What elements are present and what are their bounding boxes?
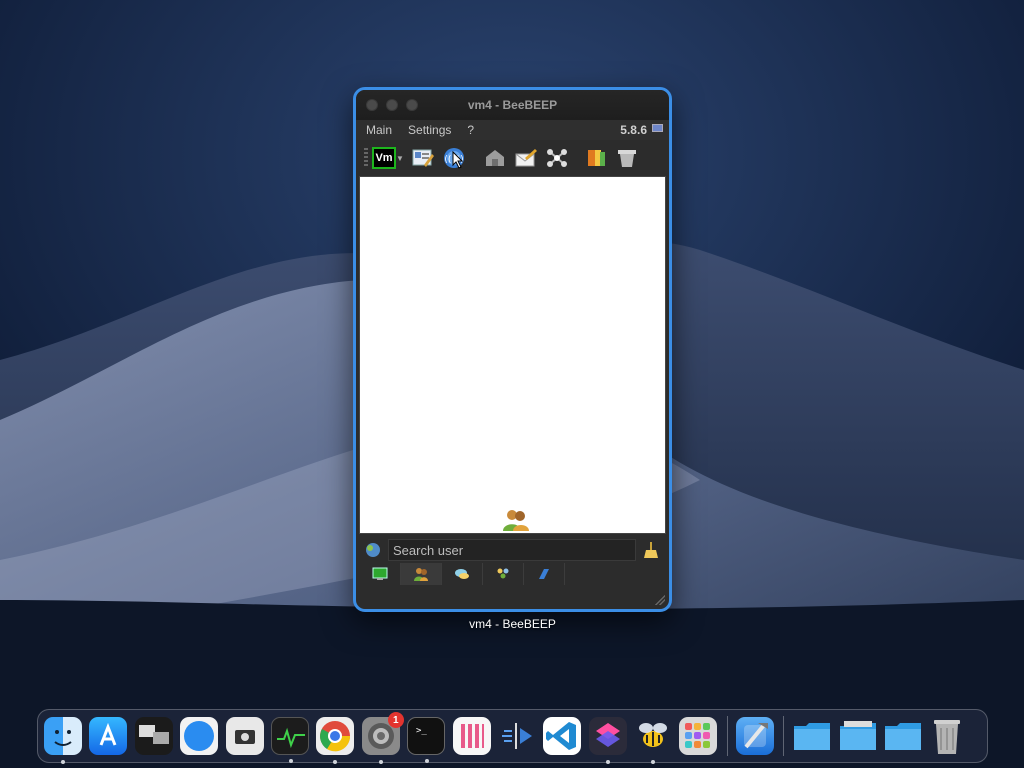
toolbar-grip[interactable] bbox=[364, 148, 368, 168]
network-graph-button[interactable] bbox=[544, 145, 570, 171]
dock-xcode[interactable] bbox=[735, 717, 774, 755]
view-tabbar bbox=[360, 563, 565, 585]
groups-icon bbox=[497, 568, 509, 579]
mouse-cursor-icon bbox=[452, 151, 464, 169]
tab-screen[interactable] bbox=[360, 563, 401, 585]
folder-icon bbox=[794, 723, 831, 750]
network-graph-icon bbox=[546, 149, 567, 167]
xcode-icon bbox=[743, 723, 768, 749]
address-book-button[interactable] bbox=[583, 145, 609, 171]
tab-file-sharing[interactable] bbox=[524, 563, 565, 585]
dock-screenshot[interactable] bbox=[225, 717, 264, 755]
dock-columns-app[interactable] bbox=[452, 717, 491, 755]
menu-settings[interactable]: Settings bbox=[402, 123, 457, 137]
edit-profile-icon bbox=[412, 149, 434, 167]
window-resize-handle[interactable] bbox=[655, 595, 665, 605]
search-user-input[interactable] bbox=[388, 539, 636, 561]
folder-icon bbox=[839, 721, 876, 750]
home-icon bbox=[485, 150, 504, 166]
beebeep-icon bbox=[639, 723, 668, 747]
dock: 1 >_ bbox=[37, 709, 988, 764]
window-label: vm4 - BeeBEEP bbox=[469, 617, 556, 631]
dock-beebeep[interactable] bbox=[634, 717, 672, 764]
search-bar bbox=[356, 537, 669, 563]
shortcuts-icon bbox=[595, 723, 620, 747]
clear-search-icon[interactable] bbox=[643, 541, 659, 559]
tab-chats[interactable] bbox=[442, 563, 483, 585]
main-toolbar: Vm ▼ ((•)) bbox=[356, 140, 669, 176]
dock-trash[interactable] bbox=[928, 717, 966, 755]
trash-icon bbox=[934, 720, 961, 754]
dock-finder[interactable] bbox=[44, 717, 82, 764]
dock-chrome[interactable] bbox=[316, 717, 355, 764]
launchpad-icon bbox=[685, 723, 711, 748]
users-icon bbox=[414, 568, 428, 581]
dock-folder-3[interactable] bbox=[883, 717, 922, 755]
trash-icon bbox=[617, 150, 636, 167]
dock-screen-sharing[interactable] bbox=[134, 717, 173, 755]
edit-profile-button[interactable] bbox=[410, 145, 436, 171]
book-icon bbox=[587, 150, 605, 166]
activity-monitor-icon bbox=[276, 727, 305, 749]
menu-main[interactable]: Main bbox=[360, 123, 398, 137]
dock-folder-2[interactable] bbox=[838, 717, 876, 755]
menubar: Main Settings ? 5.8.6 bbox=[356, 120, 669, 140]
screen-icon bbox=[372, 567, 388, 580]
screenshot-icon bbox=[234, 730, 255, 744]
dock-folder-1[interactable] bbox=[792, 717, 831, 755]
notification-badge: 1 bbox=[387, 712, 404, 728]
status-button[interactable]: Vm bbox=[372, 147, 396, 169]
dock-vscode[interactable] bbox=[543, 717, 582, 755]
dock-launchpad[interactable] bbox=[679, 717, 718, 755]
user-list-panel[interactable] bbox=[359, 176, 666, 534]
dock-activity-monitor[interactable] bbox=[270, 717, 309, 763]
dock-instruments[interactable] bbox=[498, 717, 536, 755]
columns-app-icon bbox=[460, 724, 484, 748]
screen-sharing-icon bbox=[138, 725, 169, 744]
dock-system-preferences[interactable]: 1 bbox=[361, 712, 404, 764]
dock-separator bbox=[726, 716, 728, 756]
puzzle-icon[interactable] bbox=[364, 541, 382, 559]
dock-terminal[interactable]: >_ bbox=[407, 717, 446, 763]
dock-separator-2 bbox=[783, 716, 785, 756]
compose-message-icon bbox=[515, 149, 537, 167]
delete-button[interactable] bbox=[614, 145, 640, 171]
compose-message-button[interactable] bbox=[513, 145, 539, 171]
language-flag-icon bbox=[652, 124, 663, 132]
svg-text:>_: >_ bbox=[416, 726, 427, 736]
dock-safari[interactable] bbox=[180, 717, 219, 755]
file-share-icon bbox=[539, 569, 549, 579]
folder-icon bbox=[885, 723, 922, 750]
app-store-icon bbox=[99, 722, 117, 746]
chevron-down-icon[interactable]: ▼ bbox=[396, 154, 404, 163]
version-label: 5.8.6 bbox=[620, 123, 647, 137]
window-title: vm4 - BeeBEEP bbox=[467, 98, 558, 112]
instruments-icon bbox=[501, 723, 532, 749]
beebeep-window[interactable]: vm4 - BeeBEEP Main Settings ? 5.8.6 Vm ▼… bbox=[353, 87, 672, 612]
tab-groups[interactable] bbox=[483, 563, 524, 585]
users-icon bbox=[503, 510, 529, 531]
window-titlebar[interactable]: vm4 - BeeBEEP bbox=[356, 90, 669, 120]
terminal-icon: >_ bbox=[416, 726, 427, 736]
finder-icon bbox=[54, 730, 72, 746]
menu-help[interactable]: ? bbox=[461, 123, 480, 137]
chrome-icon bbox=[320, 721, 351, 752]
home-button[interactable] bbox=[482, 145, 508, 171]
vscode-icon bbox=[546, 722, 577, 750]
dock-shortcuts[interactable] bbox=[588, 717, 627, 764]
chat-icon bbox=[455, 569, 469, 579]
safari-icon bbox=[184, 721, 215, 751]
dock-app-store[interactable] bbox=[89, 717, 128, 755]
tab-users[interactable] bbox=[401, 563, 442, 585]
